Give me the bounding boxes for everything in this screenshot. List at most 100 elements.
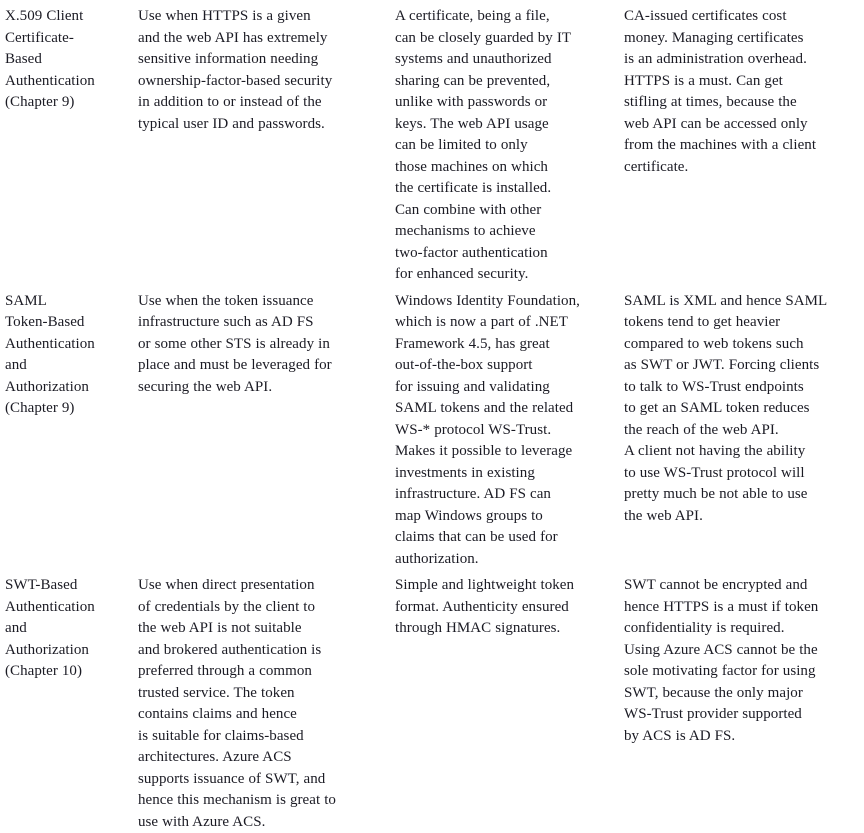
text-line: sole motivating factor for using	[624, 661, 858, 683]
text-line: SAML	[5, 291, 126, 313]
text-line: A client not having the ability	[624, 441, 858, 463]
cell-use-when: Use when the token issuanceinfrastructur…	[132, 286, 391, 571]
cell-text: Use when direct presentationof credentia…	[132, 575, 391, 833]
text-line: and	[5, 355, 126, 377]
text-line: preferred through a common	[138, 661, 383, 683]
text-line: sensitive information needing	[138, 49, 383, 71]
cell-cons: SWT cannot be encrypted andhence HTTPS i…	[620, 570, 864, 833]
text-line: trusted service. The token	[138, 683, 383, 705]
text-line: money. Managing certificates	[624, 28, 858, 50]
cell-use-when: Use when direct presentationof credentia…	[132, 570, 391, 833]
text-line: authorization.	[395, 549, 612, 571]
text-line: Token-Based	[5, 312, 126, 334]
text-line: for enhanced security.	[395, 264, 612, 286]
text-line: Authorization	[5, 377, 126, 399]
text-line: HTTPS is a must. Can get	[624, 71, 858, 93]
cell-text: SAML is XML and hence SAMLtokens tend to…	[620, 291, 864, 528]
text-line: SAML tokens and the related	[395, 398, 612, 420]
text-line: systems and unauthorized	[395, 49, 612, 71]
text-line: of credentials by the client to	[138, 597, 383, 619]
text-line: to get an SAML token reduces	[624, 398, 858, 420]
table-row: X.509 ClientCertificate-BasedAuthenticat…	[0, 0, 864, 286]
text-line: two-factor authentication	[395, 243, 612, 265]
text-line: hence this mechanism is great to	[138, 790, 383, 812]
text-line: in addition to or instead of the	[138, 92, 383, 114]
text-line: from the machines with a client	[624, 135, 858, 157]
text-line: confidentiality is required.	[624, 618, 858, 640]
cell-mechanism: SAMLToken-BasedAuthenticationandAuthoriz…	[0, 286, 132, 571]
text-line: WS-* protocol WS-Trust.	[395, 420, 612, 442]
cell-text: Simple and lightweight tokenformat. Auth…	[391, 575, 620, 640]
text-line: can be limited to only	[395, 135, 612, 157]
text-line: Certificate-	[5, 28, 126, 50]
table-row: SAMLToken-BasedAuthenticationandAuthoriz…	[0, 286, 864, 571]
text-line: Authentication	[5, 334, 126, 356]
text-line: mechanisms to achieve	[395, 221, 612, 243]
text-line: Authentication	[5, 71, 126, 93]
text-line: which is now a part of .NET	[395, 312, 612, 334]
text-line: those machines on which	[395, 157, 612, 179]
text-line: as SWT or JWT. Forcing clients	[624, 355, 858, 377]
table-row: SWT-BasedAuthenticationandAuthorization(…	[0, 570, 864, 833]
text-line: Use when HTTPS is a given	[138, 6, 383, 28]
text-line: (Chapter 9)	[5, 92, 126, 114]
text-line: tokens tend to get heavier	[624, 312, 858, 334]
text-line: Makes it possible to leverage	[395, 441, 612, 463]
text-line: to talk to WS-Trust endpoints	[624, 377, 858, 399]
text-line: A certificate, being a file,	[395, 6, 612, 28]
text-line: SAML is XML and hence SAML	[624, 291, 858, 313]
text-line: through HMAC signatures.	[395, 618, 612, 640]
text-line: (Chapter 10)	[5, 661, 126, 683]
text-line: place and must be leveraged for	[138, 355, 383, 377]
cell-pros: Simple and lightweight tokenformat. Auth…	[391, 570, 620, 833]
text-line: Authentication	[5, 597, 126, 619]
text-line: and brokered authentication is	[138, 640, 383, 662]
text-line: out-of-the-box support	[395, 355, 612, 377]
cell-pros: Windows Identity Foundation,which is now…	[391, 286, 620, 571]
text-line: compared to web tokens such	[624, 334, 858, 356]
text-line: is suitable for claims-based	[138, 726, 383, 748]
text-line: SWT cannot be encrypted and	[624, 575, 858, 597]
document-page: X.509 ClientCertificate-BasedAuthenticat…	[0, 0, 864, 821]
text-line: by ACS is AD FS.	[624, 726, 858, 748]
text-line: and the web API has extremely	[138, 28, 383, 50]
text-line: infrastructure. AD FS can	[395, 484, 612, 506]
text-line: Framework 4.5, has great	[395, 334, 612, 356]
text-line: Use when the token issuance	[138, 291, 383, 313]
text-line: sharing can be prevented,	[395, 71, 612, 93]
text-line: claims that can be used for	[395, 527, 612, 549]
text-line: Windows Identity Foundation,	[395, 291, 612, 313]
text-line: unlike with passwords or	[395, 92, 612, 114]
cell-text: Use when HTTPS is a givenand the web API…	[132, 6, 391, 135]
cell-text: SWT-BasedAuthenticationandAuthorization(…	[0, 575, 132, 683]
text-line: format. Authenticity ensured	[395, 597, 612, 619]
text-line: web API can be accessed only	[624, 114, 858, 136]
text-line: the certificate is installed.	[395, 178, 612, 200]
text-line: keys. The web API usage	[395, 114, 612, 136]
text-line: hence HTTPS is a must if token	[624, 597, 858, 619]
text-line: the web API.	[624, 506, 858, 528]
table-body: X.509 ClientCertificate-BasedAuthenticat…	[0, 0, 864, 833]
text-line: WS-Trust provider supported	[624, 704, 858, 726]
text-line: supports issuance of SWT, and	[138, 769, 383, 791]
cell-mechanism: SWT-BasedAuthenticationandAuthorization(…	[0, 570, 132, 833]
text-line: is an administration overhead.	[624, 49, 858, 71]
cell-text: X.509 ClientCertificate-BasedAuthenticat…	[0, 6, 132, 114]
text-line: Can combine with other	[395, 200, 612, 222]
cell-text: SWT cannot be encrypted andhence HTTPS i…	[620, 575, 864, 747]
text-line: for issuing and validating	[395, 377, 612, 399]
text-line: map Windows groups to	[395, 506, 612, 528]
cell-text: Use when the token issuanceinfrastructur…	[132, 291, 391, 399]
text-line: Use when direct presentation	[138, 575, 383, 597]
text-line: X.509 Client	[5, 6, 126, 28]
text-line: SWT-Based	[5, 575, 126, 597]
text-line: (Chapter 9)	[5, 398, 126, 420]
text-line: CA-issued certificates cost	[624, 6, 858, 28]
cell-text: SAMLToken-BasedAuthenticationandAuthoriz…	[0, 291, 132, 420]
text-line: use with Azure ACS.	[138, 812, 383, 833]
text-line: investments in existing	[395, 463, 612, 485]
text-line: Using Azure ACS cannot be the	[624, 640, 858, 662]
cell-use-when: Use when HTTPS is a givenand the web API…	[132, 0, 391, 286]
cell-mechanism: X.509 ClientCertificate-BasedAuthenticat…	[0, 0, 132, 286]
text-line: securing the web API.	[138, 377, 383, 399]
